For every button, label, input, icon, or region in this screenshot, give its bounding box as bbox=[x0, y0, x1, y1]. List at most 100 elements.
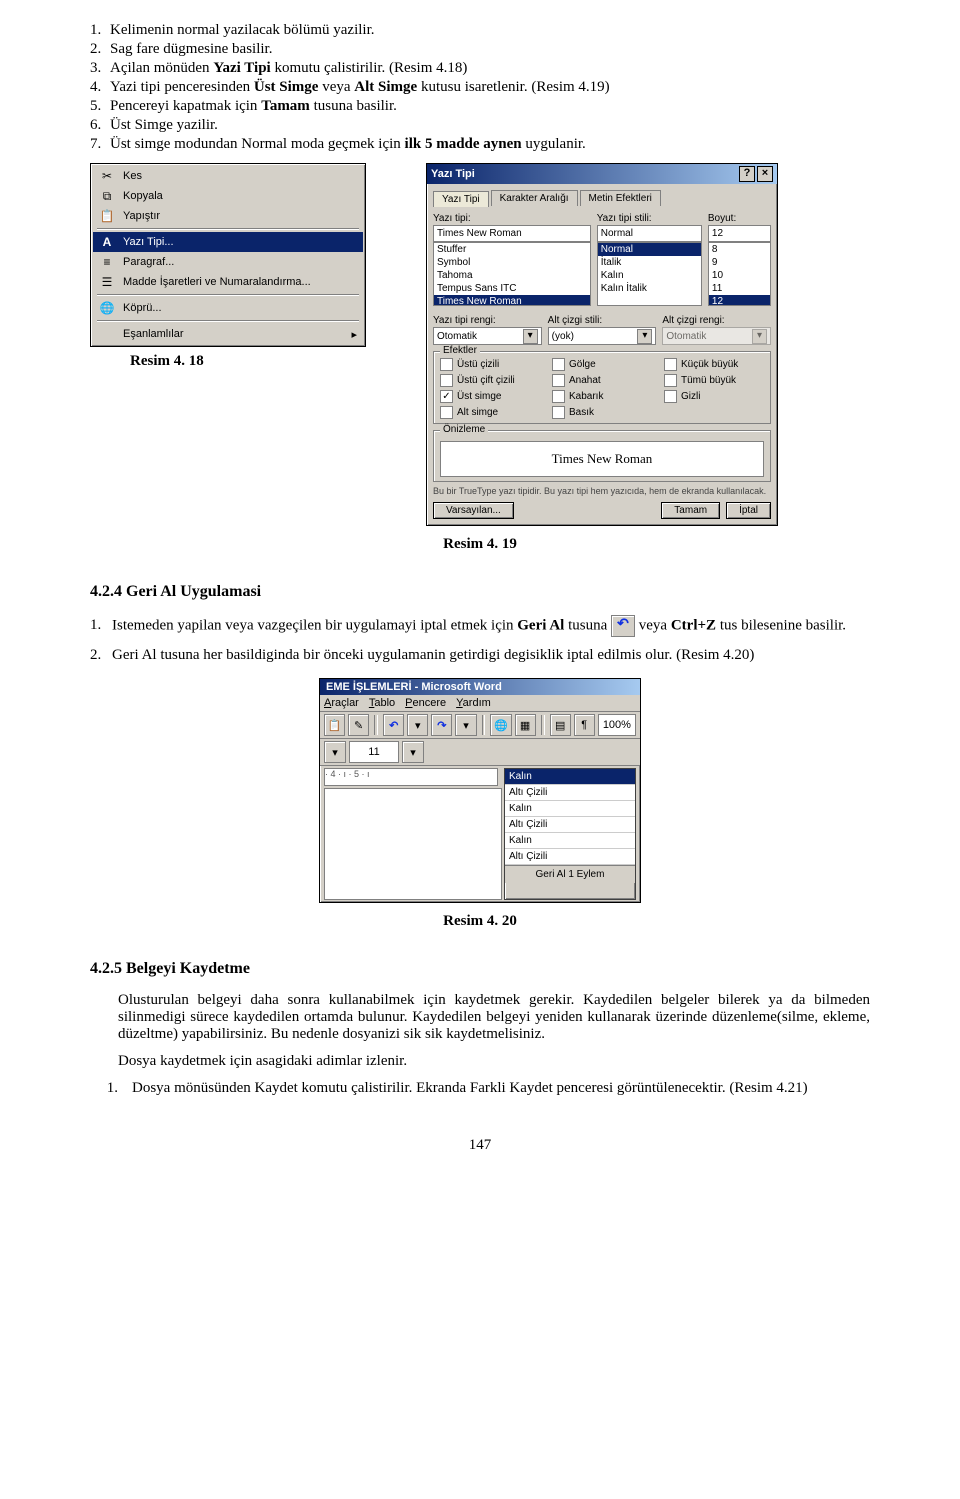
paste-icon: 📋 bbox=[99, 208, 115, 224]
menu-item-label: Eşanlamlılar bbox=[123, 328, 184, 340]
list-item[interactable]: Altı Çizili bbox=[505, 849, 635, 865]
checkbox-engrave[interactable]: Basık bbox=[552, 406, 652, 419]
undo-button[interactable]: ↶ bbox=[383, 714, 404, 736]
font-color-combo[interactable]: Otomatik▾ bbox=[433, 327, 542, 345]
list-item[interactable]: Stuffer bbox=[434, 243, 590, 256]
list-item[interactable]: 11 bbox=[709, 282, 770, 295]
menu-item-hyperlink[interactable]: 🌐Köprü... bbox=[93, 298, 363, 318]
list-item[interactable]: 10 bbox=[709, 269, 770, 282]
paragraph: 2.Geri Al tusuna her basildiginda bir ön… bbox=[90, 647, 870, 664]
underline-style-combo[interactable]: (yok)▾ bbox=[548, 327, 657, 345]
menu-item-copy[interactable]: ⧉Kopyala bbox=[93, 186, 363, 206]
list-item[interactable]: Altı Çizili bbox=[505, 817, 635, 833]
list-item[interactable]: Kalın bbox=[505, 801, 635, 817]
list-item[interactable]: Tahoma bbox=[434, 269, 590, 282]
menu-separator bbox=[97, 294, 359, 296]
paragraph-icon: ≡ bbox=[99, 254, 115, 270]
instruction-7: 7.Üst simge modundan Normal moda geçmek … bbox=[90, 136, 870, 153]
redo-button[interactable]: ↷ bbox=[431, 714, 452, 736]
list-item[interactable]: Times New Roman bbox=[434, 295, 590, 306]
context-menu[interactable]: ✂Kes ⧉Kopyala 📋Yapıştır AYazı Tipi... ≡ P… bbox=[90, 163, 366, 347]
group-title: Efektler bbox=[440, 345, 480, 356]
undo-history-dropdown[interactable]: Kalın Altı Çizili Kalın Altı Çizili Kalı… bbox=[504, 768, 636, 900]
menu-tools[interactable]: AAraçlarraçlar bbox=[324, 697, 359, 709]
menu-item-paragraph[interactable]: ≡ Paragraf... bbox=[93, 252, 363, 272]
size-input[interactable]: 12 bbox=[708, 225, 771, 242]
undo-dropdown-button[interactable]: ▾ bbox=[407, 714, 428, 736]
list-item[interactable]: Kalın bbox=[505, 833, 635, 849]
list-item[interactable]: 9 bbox=[709, 256, 770, 269]
list-item[interactable]: İtalik bbox=[598, 256, 701, 269]
menu-item-label: Paragraf... bbox=[123, 256, 174, 268]
show-hide-button[interactable]: ¶ bbox=[574, 714, 595, 736]
tab-font[interactable]: Yazı Tipi bbox=[433, 191, 489, 207]
menu-window[interactable]: Pencere bbox=[405, 697, 446, 709]
default-button[interactable]: Varsayılan... bbox=[433, 502, 514, 519]
size-listbox[interactable]: 8 9 10 11 12 bbox=[708, 242, 771, 306]
style-listbox[interactable]: Normal İtalik Kalın Kalın İtalik bbox=[597, 242, 702, 306]
checkbox-outline[interactable]: Anahat bbox=[552, 374, 652, 387]
font-input[interactable]: Times New Roman bbox=[433, 225, 591, 242]
instruction-text: Üst simge modundan Normal moda geçmek iç… bbox=[110, 136, 586, 152]
cancel-button[interactable]: İptal bbox=[726, 502, 771, 519]
checkbox-allcaps[interactable]: Tümü büyük bbox=[664, 374, 764, 387]
hyperlink-button[interactable]: 🌐 bbox=[490, 714, 511, 736]
paste-button[interactable]: 📋 bbox=[324, 714, 345, 736]
menu-table[interactable]: Tablo bbox=[369, 697, 395, 709]
menu-item-paste[interactable]: 📋Yapıştır bbox=[93, 206, 363, 226]
chevron-down-icon: ▾ bbox=[523, 329, 538, 344]
menu-help[interactable]: Yardım bbox=[456, 697, 491, 709]
ruler[interactable]: · 4 · ı · 5 · ı bbox=[324, 768, 498, 786]
list-item[interactable]: Normal bbox=[598, 243, 701, 256]
ok-button[interactable]: Tamam bbox=[661, 502, 720, 519]
preview-area: Times New Roman bbox=[440, 441, 764, 477]
checkbox-strikethrough[interactable]: Üstü çizili bbox=[440, 358, 540, 371]
checkbox-hidden[interactable]: Gizli bbox=[664, 390, 764, 403]
list-item[interactable]: Altı Çizili bbox=[505, 785, 635, 801]
instruction-1: 1.Kelimenin normal yazilacak bölümü yazi… bbox=[90, 22, 870, 39]
redo-dropdown-button[interactable]: ▾ bbox=[455, 714, 476, 736]
checkbox-emboss[interactable]: Kabarık bbox=[552, 390, 652, 403]
menu-item-font[interactable]: AYazı Tipi... bbox=[93, 232, 363, 252]
document-area[interactable] bbox=[324, 788, 502, 900]
menu-item-label: Köprü... bbox=[123, 302, 162, 314]
list-item[interactable]: Kalın bbox=[598, 269, 701, 282]
checkbox-smallcaps[interactable]: Küçük büyük bbox=[664, 358, 764, 371]
underline-color-combo[interactable]: Otomatik▾ bbox=[662, 327, 771, 345]
checkbox-double-strike[interactable]: Üstü çift çizili bbox=[440, 374, 540, 387]
close-button[interactable]: × bbox=[757, 166, 773, 182]
menu-item-bullets[interactable]: ☰Madde İşaretleri ve Numaralandırma... bbox=[93, 272, 363, 292]
effects-group: Efektler Üstü çizili Üstü çift çizili ✓Ü… bbox=[433, 351, 771, 424]
label: Alt çizgi rengi: bbox=[662, 315, 771, 326]
list-item[interactable]: Kalın İtalik bbox=[598, 282, 701, 295]
format-painter-button[interactable]: ✎ bbox=[348, 714, 369, 736]
zoom-combo[interactable]: 100% bbox=[598, 714, 636, 736]
checkbox-shadow[interactable]: Gölge bbox=[552, 358, 652, 371]
label: Alt çizgi stili: bbox=[548, 315, 657, 326]
tab-char-spacing[interactable]: Karakter Aralığı bbox=[491, 190, 578, 206]
font-size-combo[interactable]: 11 bbox=[349, 741, 399, 763]
list-item[interactable]: 12 bbox=[709, 295, 770, 306]
doc-map-button[interactable]: ▤ bbox=[550, 714, 571, 736]
instruction-5: 5.Pencereyi kapatmak için Tamam tusuna b… bbox=[90, 98, 870, 115]
menu-separator bbox=[97, 228, 359, 230]
list-item[interactable]: 8 bbox=[709, 243, 770, 256]
menu-item-synonyms[interactable]: Eşanlamlılar▸ bbox=[93, 324, 363, 344]
instruction-text: Üst Simge yazilir. bbox=[110, 117, 218, 133]
list-item[interactable]: Tempus Sans ITC bbox=[434, 282, 590, 295]
list-item[interactable]: Symbol bbox=[434, 256, 590, 269]
tab-text-effects[interactable]: Metin Efektleri bbox=[580, 190, 661, 206]
checkbox-label: Küçük büyük bbox=[681, 359, 738, 370]
chevron-button[interactable]: ▾ bbox=[324, 741, 346, 763]
font-size-dropdown[interactable]: ▾ bbox=[402, 741, 424, 763]
font-icon: A bbox=[99, 234, 115, 250]
style-input[interactable]: Normal bbox=[597, 225, 702, 242]
font-listbox[interactable]: Stuffer Symbol Tahoma Tempus Sans ITC Ti… bbox=[433, 242, 591, 306]
paragraph: Olusturulan belgeyi daha sonra kullanabi… bbox=[118, 992, 870, 1043]
checkbox-superscript[interactable]: ✓Üst simge bbox=[440, 390, 540, 403]
list-item[interactable]: Kalın bbox=[505, 769, 635, 785]
menu-item-cut[interactable]: ✂Kes bbox=[93, 166, 363, 186]
help-button[interactable]: ? bbox=[739, 166, 755, 182]
tables-button[interactable]: ▦ bbox=[515, 714, 536, 736]
checkbox-subscript[interactable]: Alt simge bbox=[440, 406, 540, 419]
